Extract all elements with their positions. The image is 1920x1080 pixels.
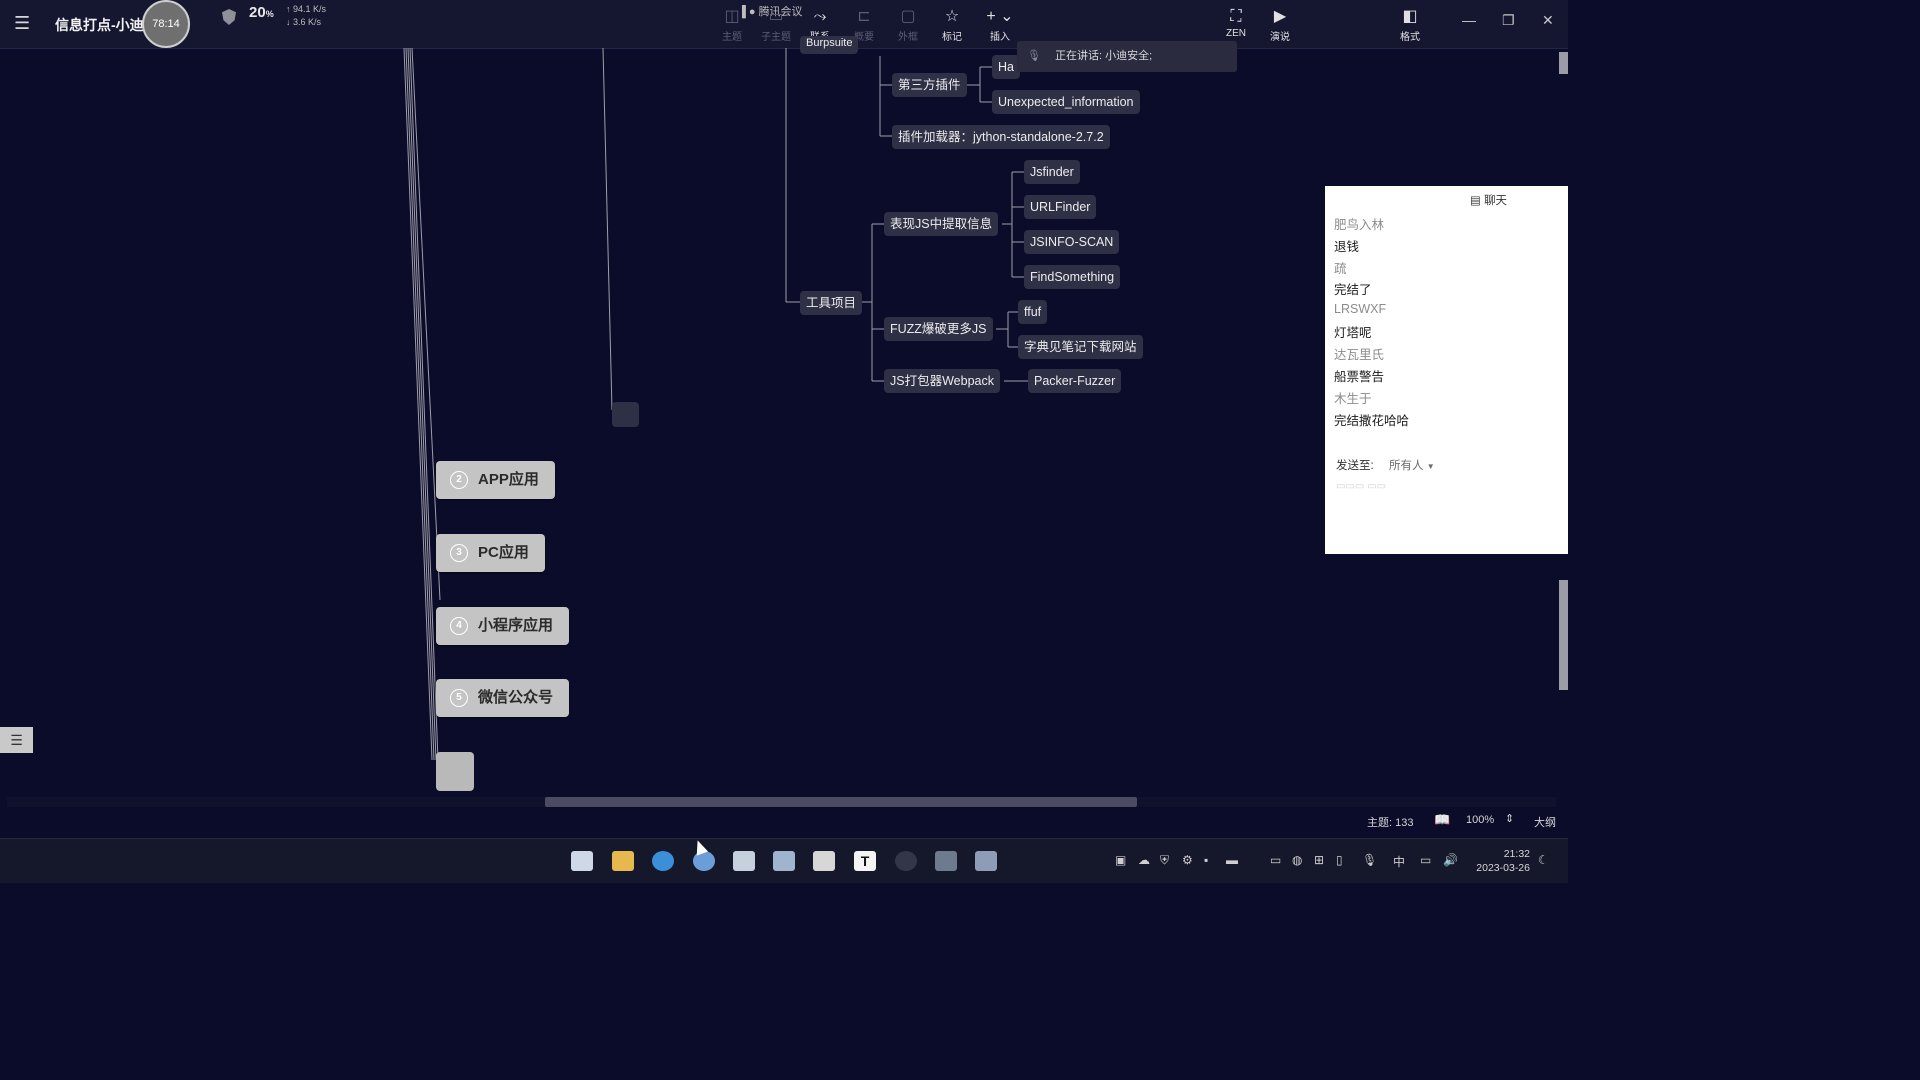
node-findsomething[interactable]: FindSomething — [1024, 265, 1121, 289]
document-app-icon[interactable] — [813, 851, 835, 871]
chat-message: 船票警告 — [1334, 370, 1385, 384]
branch-number: 5 — [450, 689, 468, 708]
send-to-select[interactable]: 所有人 ▼ — [1389, 457, 1435, 473]
notification-moon-icon[interactable]: ☾ — [1538, 853, 1549, 867]
edge-browser-icon[interactable] — [652, 851, 674, 871]
node-ffuf[interactable]: ffuf — [1018, 300, 1048, 324]
chat-sender: 疏 — [1334, 262, 1347, 276]
collapsed-node[interactable] — [612, 402, 639, 427]
chat-input[interactable]: ▭▭▭ ▭▭ — [1336, 481, 1386, 492]
tray-image-icon[interactable]: ▣ — [1115, 853, 1126, 867]
typora-icon[interactable]: T — [854, 851, 876, 871]
taskbar: T ▣ ☁ ⛨ ⚙ ▪ ▬ ▭ ◍ ⊞ ▯ 🎙 中 ▭ 🔊 21:32 2023… — [0, 838, 1568, 883]
branch-pc[interactable]: 3 PC应用 — [436, 534, 545, 572]
chat-message: 完结了 — [1334, 283, 1372, 297]
node-plugin-loader[interactable]: 插件加载器：jython-standalone-2.7.2 — [892, 125, 1110, 149]
chat-message: 完结撒花哈哈 — [1334, 414, 1410, 428]
topic-count: 主题: 133 — [1367, 817, 1414, 829]
tray-app-icon[interactable]: ▪ — [1204, 853, 1208, 867]
chat-sender: 木生于 — [1334, 392, 1372, 406]
send-to-label: 发送至: — [1336, 460, 1374, 472]
speaking-text: 正在讲话: 小迪安全; — [1055, 50, 1153, 62]
node-third-party-plugin[interactable]: 第三方插件 — [892, 73, 967, 97]
node-jsfinder[interactable]: Jsfinder — [1024, 160, 1080, 184]
tray-chat-icon[interactable]: ▬ — [1226, 853, 1238, 867]
tray-network-icon[interactable]: ◍ — [1292, 853, 1302, 867]
xmind-icon[interactable] — [975, 851, 997, 871]
branch-app[interactable]: 2 APP应用 — [436, 461, 555, 499]
tray-monitor-icon[interactable]: ▭ — [1270, 853, 1281, 867]
node-urlfinder[interactable]: URLFinder — [1024, 195, 1097, 219]
vertical-scroll-thumb-lower[interactable] — [1559, 580, 1568, 690]
tray-display-icon[interactable]: ▭ — [1420, 853, 1431, 867]
node-tools[interactable]: 工具项目 — [800, 291, 863, 315]
notepad-icon[interactable] — [733, 851, 755, 871]
outline-toggle-icon[interactable]: ☰ — [0, 727, 33, 753]
chat-sender: 肥鸟入林 — [1334, 218, 1385, 232]
clock-time: 21:32 — [1503, 848, 1530, 860]
speaking-indicator: 🎙 正在讲话: 小迪安全; — [1017, 41, 1237, 72]
tray-mic-icon[interactable]: 🎙 — [1362, 853, 1377, 867]
microphone-icon: 🎙 — [1027, 50, 1041, 62]
chat-panel: ▤ 聊天 肥鸟入林 退钱 疏 完结了 LRSWXF 灯塔呢 达瓦里氏 船票警告 … — [1325, 186, 1568, 554]
chat-sender: 达瓦里氏 — [1334, 348, 1385, 362]
branch-number: 4 — [450, 617, 468, 636]
photos-icon[interactable] — [773, 851, 795, 871]
node-webpack[interactable]: JS打包器Webpack — [884, 369, 1000, 393]
app-icon[interactable] — [895, 851, 917, 871]
zoom-stepper-icon[interactable]: ⇕ — [1505, 812, 1514, 825]
node-packer-fuzzer[interactable]: Packer-Fuzzer — [1028, 369, 1122, 393]
node-js-extract[interactable]: 表现JS中提取信息 — [884, 212, 999, 236]
chat-icon: ▤ — [1470, 195, 1485, 207]
zoom-level[interactable]: 100% — [1466, 814, 1494, 826]
chat-message: 灯塔呢 — [1334, 326, 1372, 340]
branch-label: 微信公众号 — [478, 689, 554, 706]
status-bar: 主题: 133 📖 100% ⇕ 大纲 — [0, 808, 1568, 838]
input-method-indicator[interactable]: 中 — [1393, 853, 1405, 870]
branch-wechat-official[interactable]: 5 微信公众号 — [436, 679, 570, 717]
branch-number: 2 — [450, 471, 468, 490]
file-explorer-icon[interactable] — [612, 851, 634, 871]
chat-header: ▤ 聊天 — [1470, 192, 1507, 208]
partial-node[interactable]: Burpsuite — [800, 36, 859, 54]
windows-start-icon[interactable] — [571, 851, 593, 871]
send-to-value: 所有人 — [1389, 460, 1424, 472]
tray-cloud-icon[interactable]: ☁ — [1138, 853, 1150, 867]
tray-gear-icon[interactable]: ⚙ — [1182, 853, 1193, 867]
node-fuzz[interactable]: FUZZ爆破更多JS — [884, 317, 993, 341]
chat-sender: LRSWXF — [1334, 302, 1387, 316]
node-dictionary[interactable]: 字典见笔记下载网站 — [1018, 335, 1143, 359]
system-clock[interactable]: 21:32 2023-03-26 — [1472, 847, 1530, 875]
branch-label: PC应用 — [478, 544, 529, 561]
fish-app-icon[interactable] — [935, 851, 957, 871]
vertical-scroll-thumb[interactable] — [1559, 52, 1568, 74]
tray-shield-icon[interactable]: ⛨ — [1160, 853, 1169, 868]
book-icon[interactable]: 📖 — [1434, 812, 1450, 828]
branch-label: APP应用 — [478, 471, 539, 488]
volume-icon[interactable]: 🔊 — [1443, 853, 1458, 867]
node-ha[interactable]: Ha — [992, 55, 1020, 79]
chat-message: 退钱 — [1334, 240, 1360, 254]
outline-button[interactable]: 大纲 — [1534, 814, 1556, 830]
branch-empty[interactable] — [436, 752, 474, 791]
branch-label: 小程序应用 — [478, 617, 554, 634]
clock-date: 2023-03-26 — [1476, 862, 1530, 874]
chat-title: 聊天 — [1484, 195, 1508, 207]
branch-miniprogram[interactable]: 4 小程序应用 — [436, 607, 570, 645]
tray-grid-icon[interactable]: ⊞ — [1314, 853, 1324, 867]
horizontal-scroll-thumb[interactable] — [545, 797, 1137, 807]
node-unexpected-information[interactable]: Unexpected_information — [992, 90, 1140, 114]
node-jsinfo-scan[interactable]: JSINFO-SCAN — [1024, 230, 1120, 254]
branch-number: 3 — [450, 544, 468, 563]
dropdown-arrow-icon: ▼ — [1426, 462, 1435, 471]
tray-usb-icon[interactable]: ▯ — [1336, 853, 1343, 867]
